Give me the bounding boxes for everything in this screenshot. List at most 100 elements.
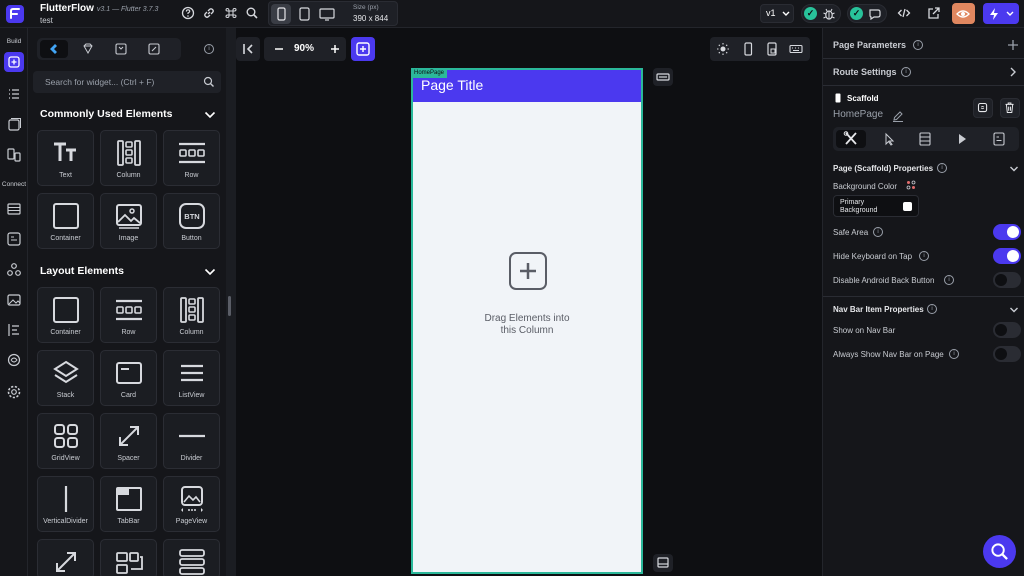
panel-resize-handle[interactable]	[226, 28, 236, 576]
info-icon[interactable]: i	[949, 349, 959, 359]
tab-backend-query[interactable]	[910, 130, 940, 148]
feedback-status-pill[interactable]: ✓	[847, 4, 887, 23]
search-fab[interactable]	[983, 535, 1016, 568]
tab-custom-widgets[interactable]	[140, 40, 168, 58]
widget-tile-wrap[interactable]	[100, 539, 157, 576]
always-show-nav-toggle[interactable]	[993, 346, 1021, 362]
code-icon[interactable]	[897, 6, 911, 20]
app-bar[interactable]: Page Title	[413, 70, 641, 102]
tab-properties[interactable]	[836, 130, 866, 148]
chevron-down-icon[interactable]	[204, 267, 216, 277]
drop-zone-plus[interactable]	[509, 252, 547, 290]
version-select[interactable]: v1	[760, 4, 794, 23]
run-button[interactable]	[983, 3, 1019, 24]
rail-api-calls[interactable]	[4, 260, 24, 280]
collapse-panel-button[interactable]	[236, 37, 260, 61]
tab-components[interactable]	[107, 40, 135, 58]
info-icon[interactable]: i	[913, 40, 923, 50]
keyboard-icon[interactable]	[789, 42, 803, 56]
widget-tile-expanded[interactable]	[37, 539, 94, 576]
phone-icon[interactable]	[741, 42, 755, 56]
widget-tile-divider[interactable]: Divider	[163, 413, 220, 469]
info-icon[interactable]: i	[937, 163, 947, 173]
safe-area-toggle[interactable]	[993, 224, 1021, 240]
widget-tile-spacer[interactable]: Spacer	[100, 413, 157, 469]
plus-icon[interactable]	[330, 44, 340, 54]
info-icon[interactable]: i	[944, 275, 954, 285]
rail-firestore[interactable]	[4, 199, 24, 219]
device-frame-icon[interactable]	[765, 42, 779, 56]
widget-tile-card[interactable]: Card	[100, 350, 157, 406]
widget-tile-column[interactable]: Column	[163, 287, 220, 343]
preview-button[interactable]	[952, 3, 975, 24]
chevron-down-icon[interactable]	[1009, 306, 1019, 314]
copy-widget-button[interactable]	[973, 98, 993, 118]
delete-widget-button[interactable]	[1000, 98, 1020, 118]
widget-tile-pageview[interactable]: PageView	[163, 476, 220, 532]
search-icon[interactable]	[245, 6, 259, 20]
link-icon[interactable]	[202, 6, 216, 20]
widget-tile-stack[interactable]: Stack	[37, 350, 94, 406]
rail-media-assets[interactable]	[4, 290, 24, 310]
help-icon[interactable]	[181, 6, 195, 20]
app-bar-toggle-button[interactable]	[653, 68, 673, 86]
phone-device-button[interactable]	[271, 4, 291, 24]
rail-custom-code[interactable]	[4, 320, 24, 340]
external-link-icon[interactable]	[927, 6, 941, 20]
widget-tile-verticaldivider[interactable]: VerticalDivider	[37, 476, 94, 532]
widget-name[interactable]: HomePage	[833, 109, 883, 120]
minus-icon[interactable]	[274, 44, 284, 54]
tab-state[interactable]	[984, 130, 1014, 148]
route-settings-title[interactable]: Route Settings	[833, 67, 897, 77]
widget-tile-listview[interactable]: ListView	[163, 350, 220, 406]
rail-app-state[interactable]	[4, 229, 24, 249]
widget-tile-listtile[interactable]	[163, 539, 220, 576]
plus-icon[interactable]	[1007, 39, 1019, 51]
chevron-down-icon[interactable]	[1009, 165, 1019, 173]
widget-tile-image[interactable]: Image	[100, 193, 157, 249]
info-icon[interactable]: i	[204, 44, 214, 54]
info-icon[interactable]: i	[919, 251, 929, 261]
widget-tile-container[interactable]: Container	[37, 287, 94, 343]
page-parameters-title[interactable]: Page Parameters	[833, 40, 906, 50]
widget-tile-button[interactable]: BTN Button	[163, 193, 220, 249]
rail-widget-palette[interactable]	[4, 52, 24, 72]
rail-settings[interactable]	[4, 382, 24, 402]
chevron-down-icon[interactable]	[204, 110, 216, 120]
desktop-device-button[interactable]	[317, 4, 337, 24]
widget-tile-text[interactable]: Text	[37, 130, 94, 186]
build-status-pill[interactable]: ✓	[801, 4, 841, 23]
command-icon[interactable]	[224, 6, 238, 20]
rail-integrations[interactable]	[4, 350, 24, 370]
tab-animations[interactable]	[947, 130, 977, 148]
info-icon[interactable]: i	[927, 304, 937, 314]
tab-premium-widgets[interactable]	[74, 40, 102, 58]
chevron-right-icon[interactable]	[1009, 67, 1017, 77]
nav-bar-toggle-button[interactable]	[653, 554, 673, 572]
info-icon[interactable]: i	[901, 67, 911, 77]
rail-widget-tree[interactable]	[4, 84, 24, 104]
drag-handle[interactable]	[228, 296, 231, 316]
widget-tile-container[interactable]: Container	[37, 193, 94, 249]
tab-flutter-widgets[interactable]	[40, 40, 68, 58]
phone-preview[interactable]: Page Title HomePage Drag Elements into t…	[411, 68, 643, 574]
tab-actions[interactable]	[873, 130, 903, 148]
widget-tile-column[interactable]: Column	[100, 130, 157, 186]
rail-storyboard[interactable]	[4, 115, 24, 135]
show-nav-toggle[interactable]	[993, 322, 1021, 338]
sun-icon[interactable]	[716, 42, 730, 56]
background-color-field[interactable]: Primary Background	[833, 195, 919, 217]
widget-search-field[interactable]: Search for widget... (Ctrl + F)	[33, 71, 221, 93]
info-icon[interactable]: i	[873, 227, 883, 237]
hide-keyboard-toggle[interactable]	[993, 248, 1021, 264]
widget-tile-tabbar[interactable]: TabBar	[100, 476, 157, 532]
disable-back-toggle[interactable]	[993, 272, 1021, 288]
widget-tile-gridview[interactable]: GridView	[37, 413, 94, 469]
flutterflow-logo-icon[interactable]	[6, 5, 24, 23]
tablet-device-button[interactable]	[294, 4, 314, 24]
page-title[interactable]: Page Title	[421, 77, 483, 93]
widget-search-input[interactable]: Search for widget... (Ctrl + F)	[45, 77, 154, 87]
rail-page-selector[interactable]	[4, 145, 24, 165]
widget-tile-row[interactable]: Row	[163, 130, 220, 186]
widget-tile-row[interactable]: Row	[100, 287, 157, 343]
